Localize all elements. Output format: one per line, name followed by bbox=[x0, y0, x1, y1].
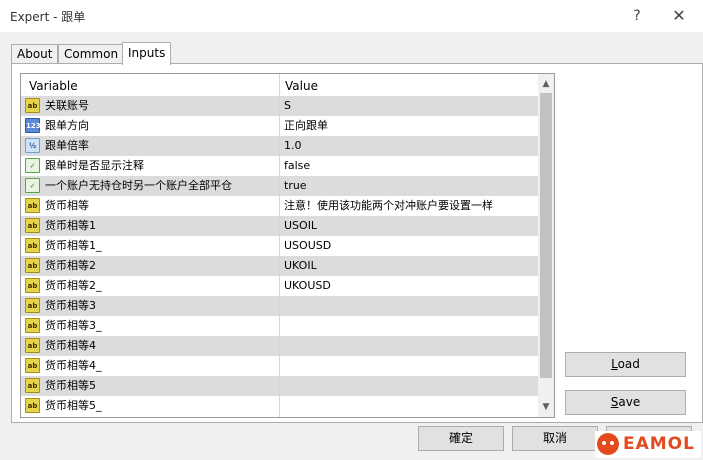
save-button[interactable]: Save bbox=[565, 390, 686, 415]
watermark-text: EAMOL bbox=[623, 434, 695, 454]
variable-name: 货币相等4_ bbox=[45, 359, 102, 372]
variable-value[interactable]: false bbox=[284, 156, 310, 176]
string-type-icon: ab bbox=[25, 238, 40, 253]
variable-name: 跟单方向 bbox=[45, 119, 89, 132]
string-type-icon: ab bbox=[25, 218, 40, 233]
string-type-icon: ab bbox=[25, 318, 40, 333]
variable-name: 货币相等5_ bbox=[45, 399, 102, 412]
variable-name: 跟单倍率 bbox=[45, 139, 89, 152]
variable-name: 一个账户无持仓时另一个账户全部平仓 bbox=[45, 179, 232, 192]
variable-name: 货币相等3_ bbox=[45, 319, 102, 332]
eamol-logo-icon bbox=[597, 433, 619, 455]
load-label: oad bbox=[617, 357, 640, 371]
save-label: ave bbox=[618, 395, 641, 409]
variable-value[interactable]: S bbox=[284, 96, 291, 116]
vertical-scrollbar[interactable]: ▲ ▼ bbox=[538, 74, 554, 417]
ok-button[interactable]: 確定 bbox=[418, 426, 504, 451]
watermark: EAMOL bbox=[595, 431, 701, 458]
tab-inputs[interactable]: Inputs bbox=[122, 42, 172, 65]
string-type-icon: ab bbox=[25, 338, 40, 353]
variable-name: 货币相等2 bbox=[45, 259, 96, 272]
bool-type-icon: ✓ bbox=[25, 158, 40, 173]
variable-name: 货币相等1_ bbox=[45, 239, 102, 252]
variable-value[interactable]: 正向跟单 bbox=[284, 116, 328, 136]
string-type-icon: ab bbox=[25, 398, 40, 413]
variable-name: 跟单时是否显示注释 bbox=[45, 159, 144, 172]
title-bar: Expert - 跟单 ? ✕ bbox=[0, 0, 703, 32]
string-type-icon: ab bbox=[25, 378, 40, 393]
inputs-grid: Variable Value ab 关联账号 S 123 跟单方向 正向跟单 ½ 跟单倍率 1.… bbox=[20, 73, 555, 418]
variable-value[interactable]: UKOUSD bbox=[284, 276, 331, 296]
string-type-icon: ab bbox=[25, 198, 40, 213]
cancel-button[interactable]: 取消 bbox=[512, 426, 598, 451]
close-button[interactable]: ✕ bbox=[668, 5, 690, 27]
variable-name: 关联账号 bbox=[45, 99, 89, 112]
window-title: Expert - 跟单 bbox=[10, 10, 86, 24]
variable-name: 货币相等 bbox=[45, 199, 89, 212]
scrollbar-thumb[interactable] bbox=[540, 93, 552, 378]
variable-name: 货币相等2_ bbox=[45, 279, 102, 292]
scroll-down-icon[interactable]: ▼ bbox=[538, 399, 554, 415]
bool-type-icon: ✓ bbox=[25, 178, 40, 193]
load-button[interactable]: Load bbox=[565, 352, 686, 377]
tab-common[interactable]: Common bbox=[58, 44, 125, 64]
string-type-icon: ab bbox=[25, 98, 40, 113]
variable-value[interactable]: true bbox=[284, 176, 307, 196]
integer-type-icon: 123 bbox=[25, 118, 41, 133]
string-type-icon: ab bbox=[25, 358, 40, 373]
scroll-up-icon[interactable]: ▲ bbox=[538, 76, 554, 92]
variable-value[interactable]: 1.0 bbox=[284, 136, 302, 156]
variable-value[interactable]: UKOIL bbox=[284, 256, 317, 276]
double-type-icon: ½ bbox=[25, 138, 40, 153]
variable-name: 货币相等3 bbox=[45, 299, 96, 312]
column-header-value[interactable]: Value bbox=[285, 74, 318, 96]
variable-name: 货币相等4 bbox=[45, 339, 96, 352]
string-type-icon: ab bbox=[25, 258, 40, 273]
column-header-variable[interactable]: Variable bbox=[29, 74, 78, 96]
column-separator[interactable] bbox=[279, 74, 280, 417]
tab-about[interactable]: About bbox=[11, 44, 59, 64]
variable-value[interactable]: USOUSD bbox=[284, 236, 331, 256]
variable-name: 货币相等5 bbox=[45, 379, 96, 392]
string-type-icon: ab bbox=[25, 298, 40, 313]
string-type-icon: ab bbox=[25, 278, 40, 293]
variable-value[interactable]: 注意！使用该功能两个对冲账户要设置一样 bbox=[284, 196, 493, 216]
variable-name: 货币相等1 bbox=[45, 219, 96, 232]
variable-value[interactable]: USOIL bbox=[284, 216, 317, 236]
help-button[interactable]: ? bbox=[626, 5, 648, 27]
